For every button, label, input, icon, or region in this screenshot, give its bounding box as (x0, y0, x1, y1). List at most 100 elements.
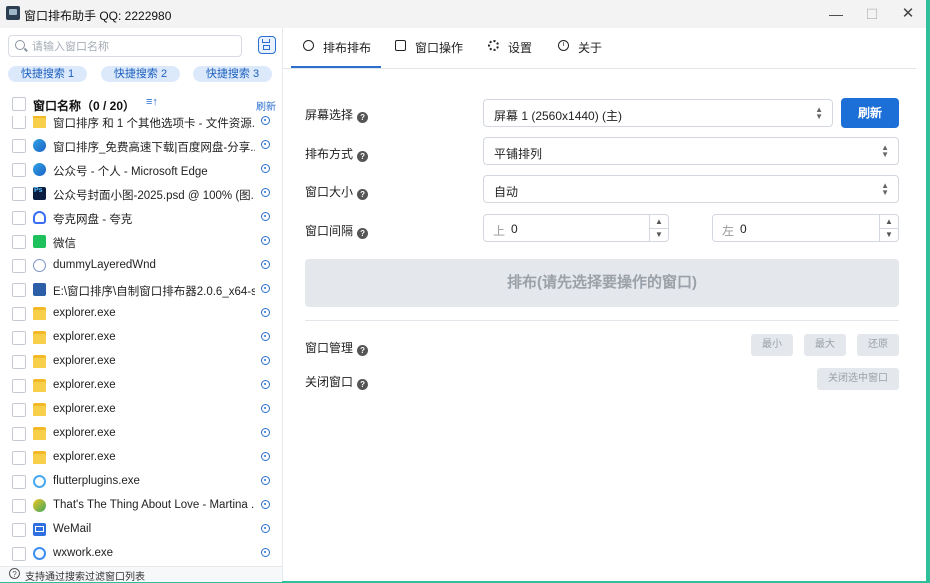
window-checkbox[interactable] (12, 331, 26, 345)
window-checkbox[interactable] (12, 163, 26, 177)
window-list-item[interactable]: explorer.exe (0, 326, 282, 350)
window-checkbox[interactable] (12, 379, 26, 393)
locate-icon[interactable] (261, 428, 270, 437)
chevron-down-icon[interactable]: ▼ (880, 228, 898, 241)
search-field[interactable] (8, 35, 242, 57)
layout-select[interactable]: 平铺排列 ▲ ▼ (483, 137, 899, 165)
gap-top-value[interactable]: 0 (511, 222, 518, 236)
window-list-item[interactable]: 窗口排序_免费高速下载|百度网盘-分享... (0, 134, 282, 158)
refresh-screens-button[interactable]: 刷新 (841, 98, 899, 128)
window-list-item[interactable]: That's The Thing About Love - Martina ..… (0, 494, 282, 518)
window-list-item[interactable]: E:\窗口排序\自制窗口排布器2.0.6_x64-s... (0, 278, 282, 302)
window-list-item[interactable]: 窗口排序 和 1 个其他选项卡 - 文件资源... (0, 116, 282, 134)
window-checkbox[interactable] (12, 307, 26, 321)
window-checkbox[interactable] (12, 139, 26, 153)
window-list-item[interactable]: explorer.exe (0, 398, 282, 422)
list-refresh-link[interactable]: 刷新 (256, 98, 276, 113)
tab-settings[interactable]: 设置 (488, 38, 548, 60)
minimize-button[interactable]: — (822, 4, 850, 24)
window-checkbox[interactable] (12, 355, 26, 369)
window-list-item[interactable]: explorer.exe (0, 422, 282, 446)
locate-icon[interactable] (261, 188, 270, 197)
locate-icon[interactable] (261, 212, 270, 221)
window-checkbox[interactable] (12, 403, 26, 417)
arrange-button[interactable]: 排布(请先选择要操作的窗口) (305, 259, 899, 307)
quick-search-1-button[interactable]: 快捷搜索 1 (8, 66, 87, 82)
locate-icon[interactable] (261, 116, 270, 125)
window-list-item[interactable]: explorer.exe (0, 350, 282, 374)
help-icon[interactable]: ? (357, 379, 369, 390)
close-selected-button[interactable]: 关闭选中窗口 (817, 368, 899, 390)
locate-icon[interactable] (261, 260, 270, 269)
window-checkbox[interactable] (12, 475, 26, 489)
locate-icon[interactable] (261, 140, 270, 149)
minimize-windows-button[interactable]: 最小 (751, 334, 793, 356)
window-checkbox[interactable] (12, 547, 26, 561)
search-input[interactable] (30, 38, 234, 56)
help-icon[interactable]: ? (357, 151, 369, 162)
window-list-item[interactable]: flutterplugins.exe (0, 470, 282, 494)
window-checkbox[interactable] (12, 211, 26, 225)
window-checkbox[interactable] (12, 523, 26, 537)
window-list-item[interactable]: explorer.exe (0, 446, 282, 470)
quick-search-3-button[interactable]: 快捷搜索 3 (193, 66, 272, 82)
window-list-item[interactable]: explorer.exe (0, 374, 282, 398)
chevron-up-icon[interactable]: ▲ (880, 215, 898, 229)
app-window: 窗口排布助手 QQ: 2222980 — ☐ ✕ 快捷搜索 1 快捷搜索 2 快… (0, 0, 926, 583)
maximize-windows-button[interactable]: 最大 (804, 334, 846, 356)
window-checkbox[interactable] (12, 451, 26, 465)
help-icon[interactable]: ? (357, 228, 369, 239)
tab-about[interactable]: i 关于 (558, 38, 618, 60)
chevron-up-icon[interactable]: ▲ (650, 215, 668, 229)
window-checkbox[interactable] (12, 187, 26, 201)
locate-icon[interactable] (261, 404, 270, 413)
gap-left-stepper[interactable]: 左 0 ▲ ▼ (712, 214, 899, 242)
help-icon[interactable]: ? (357, 189, 369, 200)
locate-icon[interactable] (261, 332, 270, 341)
screen-select[interactable]: 屏幕 1 (2560x1440) (主) ▲ ▼ (483, 99, 833, 127)
window-list-item[interactable]: explorer.exe (0, 302, 282, 326)
select-all-checkbox[interactable] (12, 97, 26, 111)
locate-icon[interactable] (261, 524, 270, 533)
window-list-item[interactable]: WeMail (0, 518, 282, 542)
locate-icon[interactable] (261, 452, 270, 461)
window-checkbox[interactable] (12, 427, 26, 441)
tab-arrange[interactable]: 排布排布 (303, 38, 383, 60)
maximize-button[interactable]: ☐ (858, 4, 886, 24)
window-list-item[interactable]: 夸克网盘 - 夸克 (0, 206, 282, 230)
window-list-item[interactable]: 公众号 - 个人 - Microsoft Edge (0, 158, 282, 182)
save-icon[interactable] (258, 36, 276, 54)
locate-icon[interactable] (261, 308, 270, 317)
window-checkbox[interactable] (12, 116, 26, 129)
help-icon[interactable]: ? (357, 345, 369, 356)
gap-left-value[interactable]: 0 (740, 222, 747, 236)
close-button[interactable]: ✕ (894, 4, 922, 24)
locate-icon[interactable] (261, 236, 270, 245)
locate-icon[interactable] (261, 356, 270, 365)
window-list-item[interactable]: 微信 (0, 230, 282, 254)
sort-icon[interactable]: ≡↑ (146, 96, 158, 108)
window-list-item[interactable]: 公众号封面小图-2025.psd @ 100% (图... (0, 182, 282, 206)
help-icon[interactable]: ? (357, 112, 369, 123)
window-icon (395, 40, 406, 51)
restore-windows-button[interactable]: 还原 (857, 334, 899, 356)
locate-icon[interactable] (261, 380, 270, 389)
window-checkbox[interactable] (12, 283, 26, 297)
locate-icon[interactable] (261, 476, 270, 485)
window-checkbox[interactable] (12, 499, 26, 513)
tab-window-ops[interactable]: 窗口操作 (395, 38, 475, 60)
locate-icon[interactable] (261, 164, 270, 173)
window-list-item[interactable]: dummyLayeredWnd (0, 254, 282, 278)
quick-search-2-button[interactable]: 快捷搜索 2 (101, 66, 180, 82)
chevron-down-icon[interactable]: ▼ (650, 228, 668, 241)
info-icon: i (558, 40, 569, 51)
locate-icon[interactable] (261, 548, 270, 557)
window-checkbox[interactable] (12, 259, 26, 273)
wxwork-icon (33, 547, 46, 560)
window-list-item[interactable]: wxwork.exe (0, 542, 282, 566)
window-checkbox[interactable] (12, 235, 26, 249)
size-select[interactable]: 自动 ▲ ▼ (483, 175, 899, 203)
locate-icon[interactable] (261, 500, 270, 509)
locate-icon[interactable] (261, 284, 270, 293)
gap-top-stepper[interactable]: 上 0 ▲ ▼ (483, 214, 669, 242)
